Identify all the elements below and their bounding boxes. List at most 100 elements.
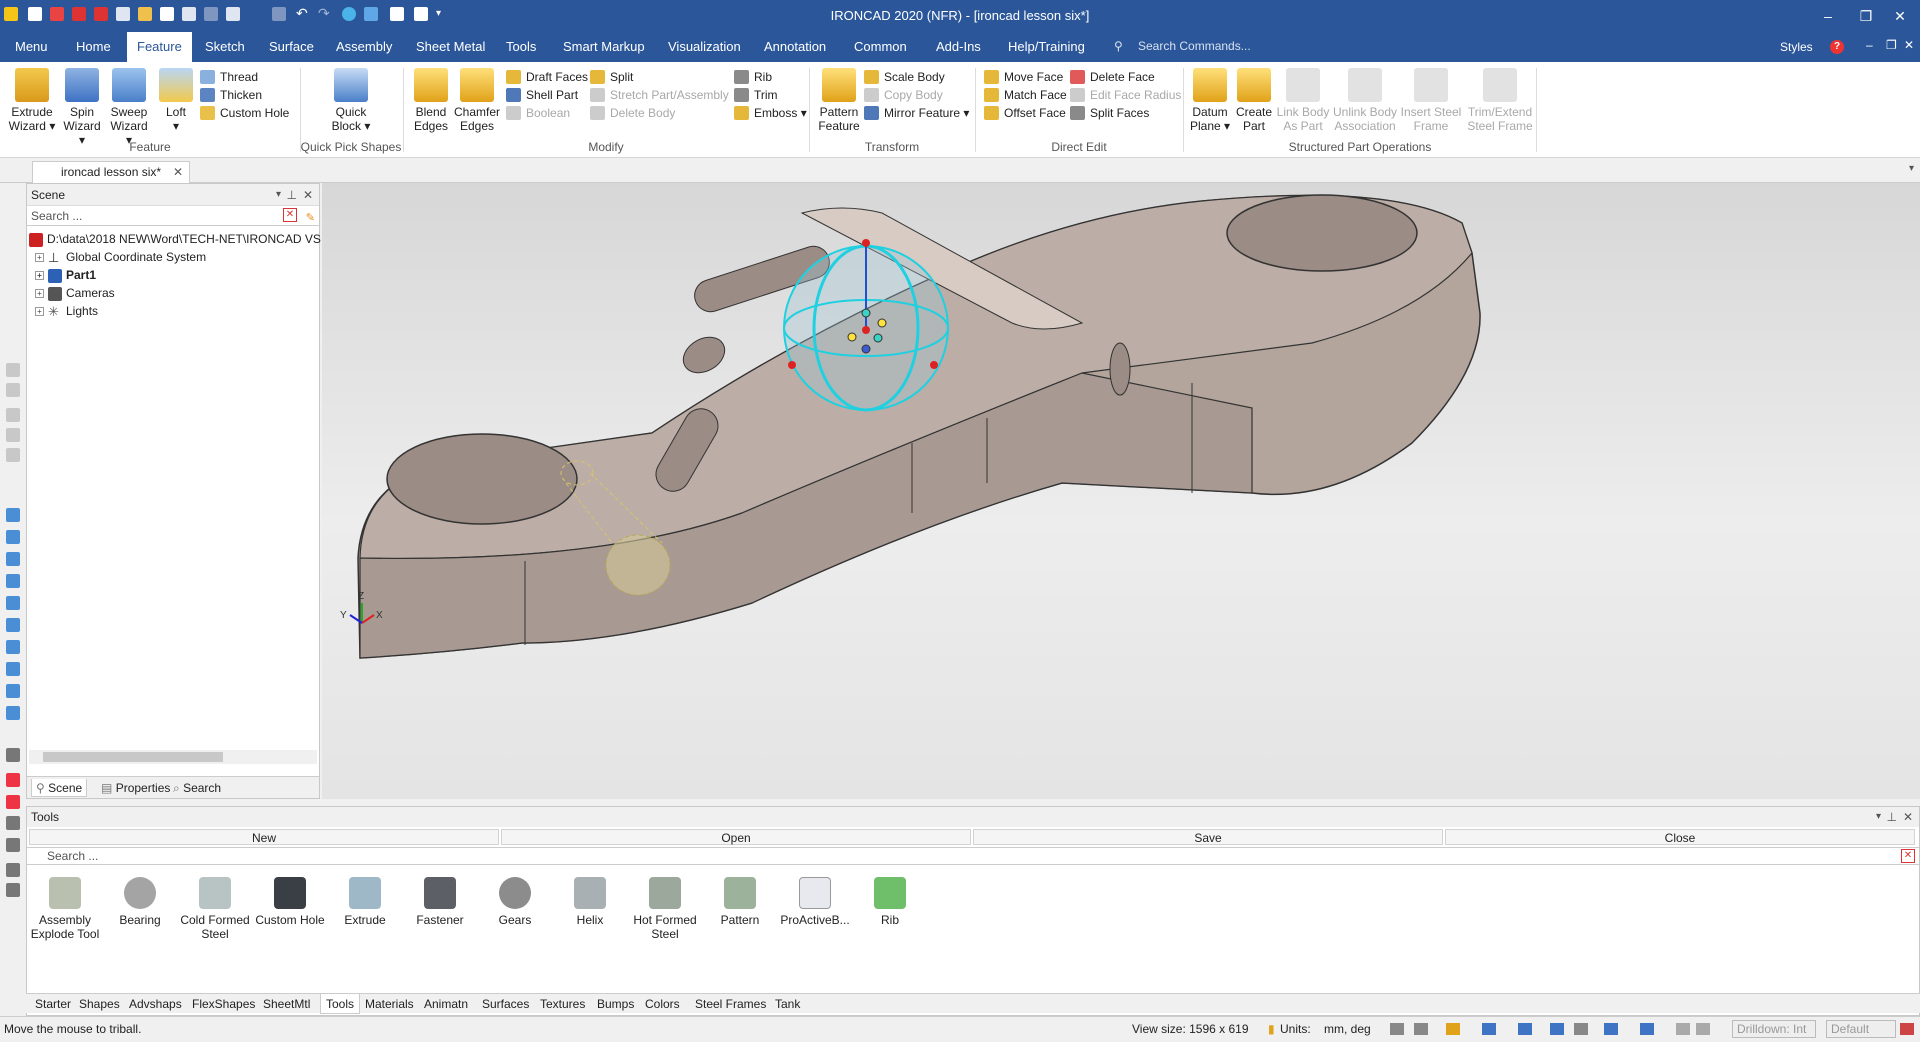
tool-custom-hole[interactable]: Custom Hole: [254, 877, 326, 927]
delete-face-button[interactable]: Delete Face: [1070, 68, 1155, 86]
quick-block-button[interactable]: Quick Block ▾: [326, 68, 376, 133]
tab-surface[interactable]: Surface: [259, 32, 324, 62]
render-icon[interactable]: [1550, 1023, 1564, 1035]
sketch-tool-icon[interactable]: [6, 838, 20, 852]
close-tab-icon[interactable]: ✕: [173, 162, 183, 182]
draft-faces-button[interactable]: Draft Faces: [506, 68, 588, 86]
sketch-tool-icon[interactable]: [6, 816, 20, 830]
tool-icon[interactable]: [6, 363, 20, 377]
tool-icon[interactable]: [6, 448, 20, 462]
tab-scene[interactable]: ⚲ Scene: [31, 779, 88, 797]
filter-icon[interactable]: ✎: [306, 208, 315, 228]
drilldown-dropdown[interactable]: Drilldown: Int: [1732, 1020, 1816, 1038]
ribbon-minimize-icon[interactable]: –: [1866, 38, 1873, 52]
sketch-tool-icon[interactable]: [6, 795, 20, 809]
units-value[interactable]: mm, deg: [1324, 1017, 1371, 1041]
catalog-tab-advshaps[interactable]: Advshaps: [124, 994, 187, 1014]
thicken-button[interactable]: Thicken: [200, 86, 262, 104]
view-icon[interactable]: [6, 574, 20, 588]
match-face-button[interactable]: Match Face: [984, 86, 1067, 104]
tool-icon[interactable]: [6, 383, 20, 397]
zoom-icon[interactable]: [1390, 1023, 1404, 1035]
sketch-tool-icon[interactable]: [6, 863, 20, 877]
shell-part-button[interactable]: Shell Part: [506, 86, 578, 104]
copy-body-button[interactable]: Copy Body: [864, 86, 943, 104]
datum-plane-button[interactable]: Datum Plane ▾: [1188, 68, 1232, 133]
tab-search[interactable]: ⌕ Search: [169, 779, 225, 797]
3d-viewport[interactable]: Z Y X: [322, 183, 1920, 799]
side-hole[interactable]: [1109, 342, 1131, 396]
settings-icon[interactable]: [1900, 1023, 1914, 1035]
display-icon[interactable]: [1574, 1023, 1588, 1035]
view-icon[interactable]: [6, 706, 20, 720]
clear-search-icon[interactable]: ✕: [1901, 849, 1915, 863]
pin-icon[interactable]: ⊥: [287, 184, 297, 206]
tab-home[interactable]: Home: [66, 32, 121, 62]
view-icon[interactable]: [6, 552, 20, 566]
move-face-button[interactable]: Move Face: [984, 68, 1063, 86]
tab-sketch[interactable]: Sketch: [195, 32, 255, 62]
catalog-tab-surfaces[interactable]: Surfaces: [477, 994, 534, 1014]
tab-menu[interactable]: Menu: [5, 32, 58, 62]
sketch-tool-icon[interactable]: [6, 748, 20, 762]
blend-edges-button[interactable]: Blend Edges: [410, 68, 452, 133]
link-body-button[interactable]: Link Body As Part: [1276, 68, 1330, 133]
split-button[interactable]: Split: [590, 68, 633, 86]
view-icon[interactable]: [6, 508, 20, 522]
zoom-in-icon[interactable]: [1414, 1023, 1428, 1035]
tool-bearing[interactable]: Bearing: [104, 877, 176, 927]
tool-proactive-bom[interactable]: ProActiveB...: [779, 877, 851, 927]
tab-common[interactable]: Common: [844, 32, 917, 62]
close-window-button[interactable]: ✕: [1880, 4, 1920, 28]
catalog-tab-textures[interactable]: Textures: [535, 994, 590, 1014]
small-hole[interactable]: [677, 330, 731, 380]
tool-extrude[interactable]: Extrude: [329, 877, 401, 927]
tab-help-training[interactable]: Help/Training: [998, 32, 1095, 62]
view-icon[interactable]: [6, 618, 20, 632]
sketch-tool-icon[interactable]: [6, 773, 20, 787]
unlink-body-button[interactable]: Unlink Body Association: [1332, 68, 1398, 133]
loft-button[interactable]: Loft ▾: [158, 68, 194, 133]
tool-gears[interactable]: Gears: [479, 877, 551, 927]
delete-body-button[interactable]: Delete Body: [590, 104, 675, 122]
tree-item-lights[interactable]: + ✳ Lights: [35, 302, 98, 320]
panel-menu-icon[interactable]: ▾: [1876, 807, 1881, 827]
catalog-tab-tools[interactable]: Tools: [320, 994, 361, 1014]
catalog-tab-bumps[interactable]: Bumps: [592, 994, 639, 1014]
view-icon[interactable]: [6, 596, 20, 610]
tab-feature[interactable]: Feature: [127, 32, 192, 62]
split-faces-button[interactable]: Split Faces: [1070, 104, 1149, 122]
catalog-tab-materials[interactable]: Materials: [360, 994, 419, 1014]
catalog-tab-flexshapes[interactable]: FlexShapes: [187, 994, 260, 1014]
close-panel-icon[interactable]: ✕: [1903, 807, 1913, 827]
document-tab[interactable]: ironcad lesson six* ✕: [32, 161, 190, 183]
tool-pattern[interactable]: Pattern: [704, 877, 776, 927]
tool-hot-formed-steel[interactable]: Hot Formed Steel: [629, 877, 701, 941]
catalog-open-button[interactable]: Open: [501, 829, 971, 845]
catalog-search-input[interactable]: Search ... ✕: [27, 847, 1919, 865]
scene-search-input[interactable]: Search ... ✕ ✎: [27, 206, 319, 226]
catalog-tab-animatn[interactable]: Animatn: [419, 994, 473, 1014]
thread-button[interactable]: Thread: [200, 68, 258, 86]
help-icon[interactable]: ?: [1830, 40, 1844, 54]
catalog-save-button[interactable]: Save: [973, 829, 1443, 845]
chamfer-edges-button[interactable]: Chamfer Edges: [454, 68, 500, 133]
styles-dropdown[interactable]: Styles: [1770, 32, 1823, 62]
tab-properties[interactable]: ▤ Properties: [97, 779, 174, 797]
pattern-feature-button[interactable]: Pattern Feature: [816, 68, 862, 133]
tool-assembly-explode[interactable]: Assembly Explode Tool: [29, 877, 101, 941]
left-bore-hole[interactable]: [386, 433, 578, 525]
spin-wizard-button[interactable]: Spin Wizard ▾: [60, 68, 104, 147]
tab-add-ins[interactable]: Add-Ins: [926, 32, 991, 62]
expand-icon[interactable]: +: [35, 289, 44, 299]
expand-icon[interactable]: +: [35, 307, 44, 317]
trim-steel-frame-button[interactable]: Trim/Extend Steel Frame: [1464, 68, 1536, 133]
ribbon-close-icon[interactable]: ✕: [1904, 38, 1914, 52]
scrollbar-thumb[interactable]: [43, 752, 223, 762]
folder-icon[interactable]: [1446, 1023, 1460, 1035]
catalog-tab-tank[interactable]: Tank: [770, 994, 805, 1014]
panel-menu-icon[interactable]: ▾: [276, 184, 281, 206]
sketch-tool-icon[interactable]: [6, 883, 20, 897]
tab-annotation[interactable]: Annotation: [754, 32, 836, 62]
emboss-button[interactable]: Emboss ▾: [734, 104, 807, 122]
